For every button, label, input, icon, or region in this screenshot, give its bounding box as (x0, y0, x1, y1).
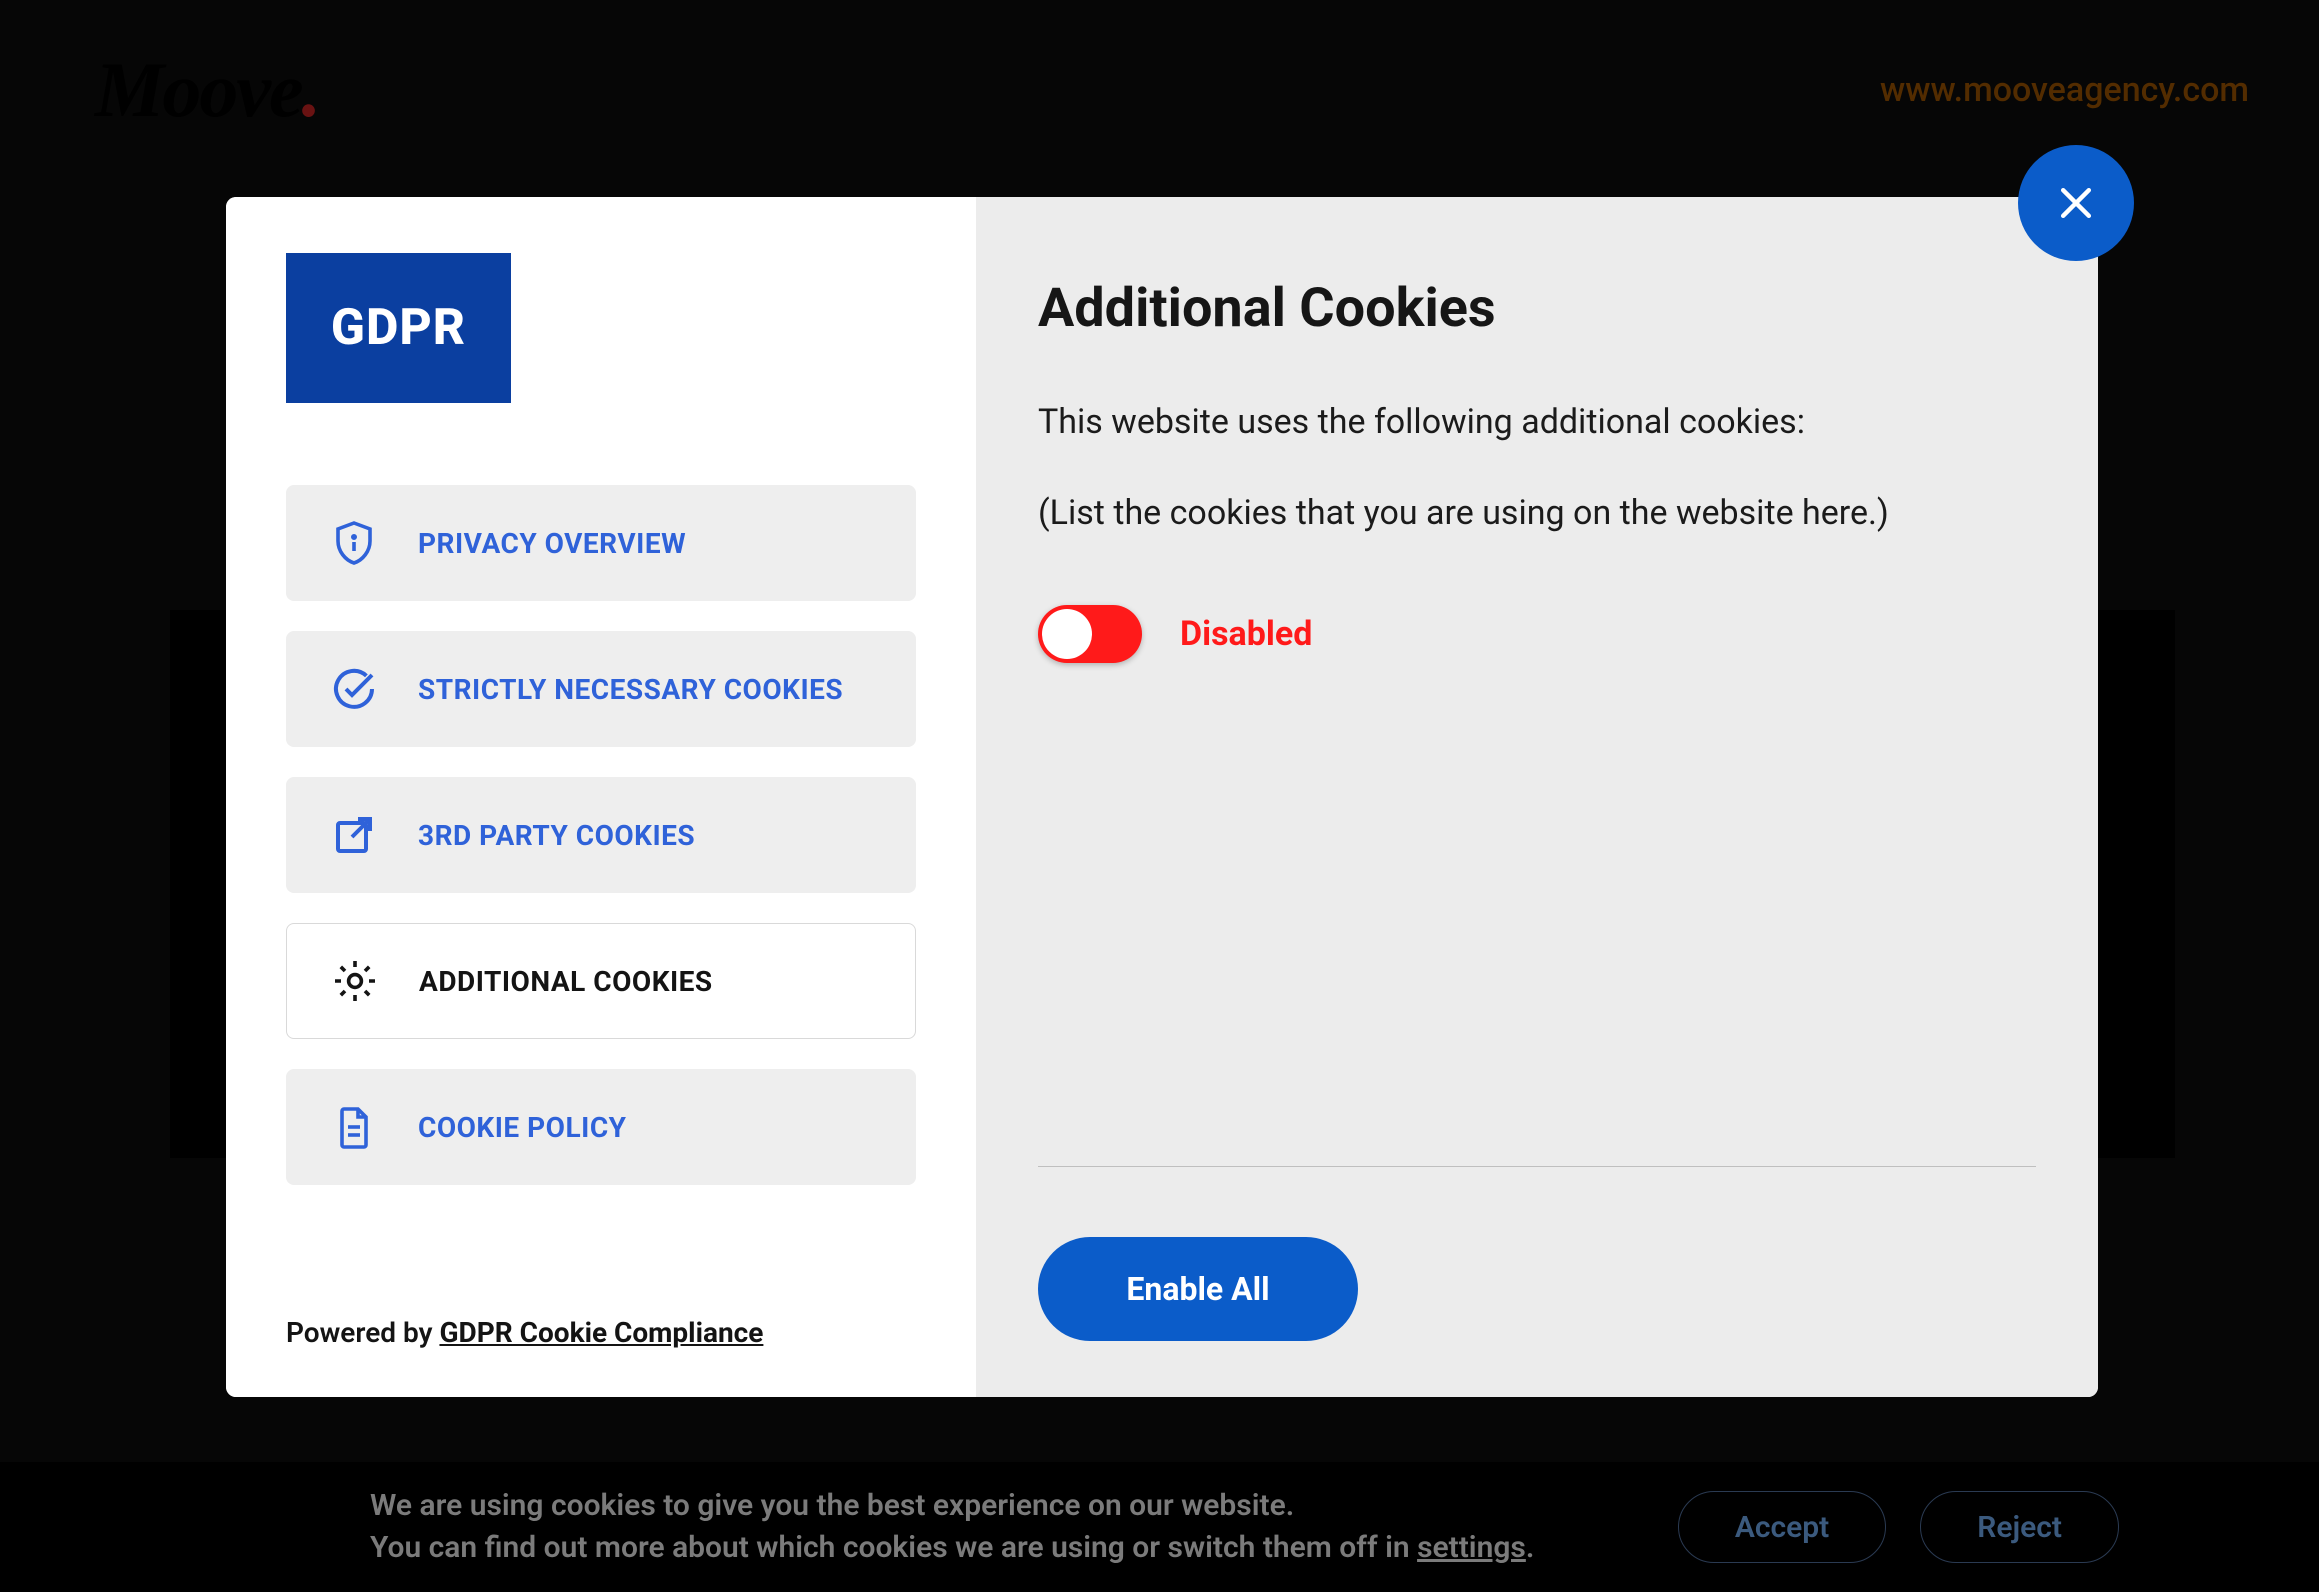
modal-sidebar: GDPR PRIVACY OVERVIEW STRICTLY NECESSARY… (226, 197, 976, 1397)
toggle-knob (1042, 609, 1092, 659)
toggle-row: Disabled (1038, 605, 2036, 663)
powered-link[interactable]: GDPR Cookie Compliance (439, 1316, 763, 1349)
modal-panel: Additional Cookies This website uses the… (976, 197, 2098, 1397)
powered-prefix: Powered by (286, 1316, 439, 1349)
powered-by: Powered by GDPR Cookie Compliance (286, 1316, 916, 1349)
close-button[interactable] (2018, 145, 2134, 261)
panel-text-2: (List the cookies that you are using on … (1038, 489, 2036, 538)
gear-icon (331, 957, 379, 1005)
enable-all-button[interactable]: Enable All (1038, 1237, 1358, 1341)
toggle-state-label: Disabled (1180, 614, 1312, 654)
sidebar-item-privacy-overview[interactable]: PRIVACY OVERVIEW (286, 485, 916, 601)
cookie-bar-line1: We are using cookies to give you the bes… (370, 1488, 1294, 1523)
sidebar-item-third-party[interactable]: 3RD PARTY COOKIES (286, 777, 916, 893)
shield-info-icon (330, 519, 378, 567)
external-link-icon (330, 811, 378, 859)
sidebar-item-strictly-necessary[interactable]: STRICTLY NECESSARY COOKIES (286, 631, 916, 747)
settings-link[interactable]: settings (1417, 1530, 1526, 1565)
cookie-bar-line2-prefix: You can find out more about which cookie… (370, 1530, 1417, 1565)
document-icon (330, 1103, 378, 1151)
sidebar-item-additional-cookies[interactable]: ADDITIONAL COOKIES (286, 923, 916, 1039)
sidebar-item-label: COOKIE POLICY (418, 1111, 626, 1144)
cookie-consent-bar: We are using cookies to give you the bes… (0, 1462, 2319, 1592)
reject-button[interactable]: Reject (1920, 1491, 2119, 1563)
panel-text-1: This website uses the following addition… (1038, 398, 2036, 447)
panel-title: Additional Cookies (1038, 277, 2036, 340)
close-icon (2054, 181, 2098, 225)
sidebar-item-cookie-policy[interactable]: COOKIE POLICY (286, 1069, 916, 1185)
check-circle-icon (330, 665, 378, 713)
sidebar-item-label: 3RD PARTY COOKIES (418, 819, 695, 852)
sidebar-nav: PRIVACY OVERVIEW STRICTLY NECESSARY COOK… (286, 485, 916, 1185)
sidebar-item-label: STRICTLY NECESSARY COOKIES (418, 673, 843, 706)
cookie-settings-modal: GDPR PRIVACY OVERVIEW STRICTLY NECESSARY… (226, 197, 2098, 1397)
sidebar-item-label: PRIVACY OVERVIEW (418, 527, 686, 560)
cookie-toggle[interactable] (1038, 605, 1142, 663)
sidebar-item-label: ADDITIONAL COOKIES (419, 965, 713, 998)
accept-button[interactable]: Accept (1678, 1491, 1886, 1563)
gdpr-badge: GDPR (286, 253, 511, 403)
cookie-bar-text: We are using cookies to give you the bes… (370, 1485, 1644, 1569)
cookie-bar-line2-suffix: . (1526, 1530, 1535, 1565)
panel-divider (1038, 1166, 2036, 1167)
